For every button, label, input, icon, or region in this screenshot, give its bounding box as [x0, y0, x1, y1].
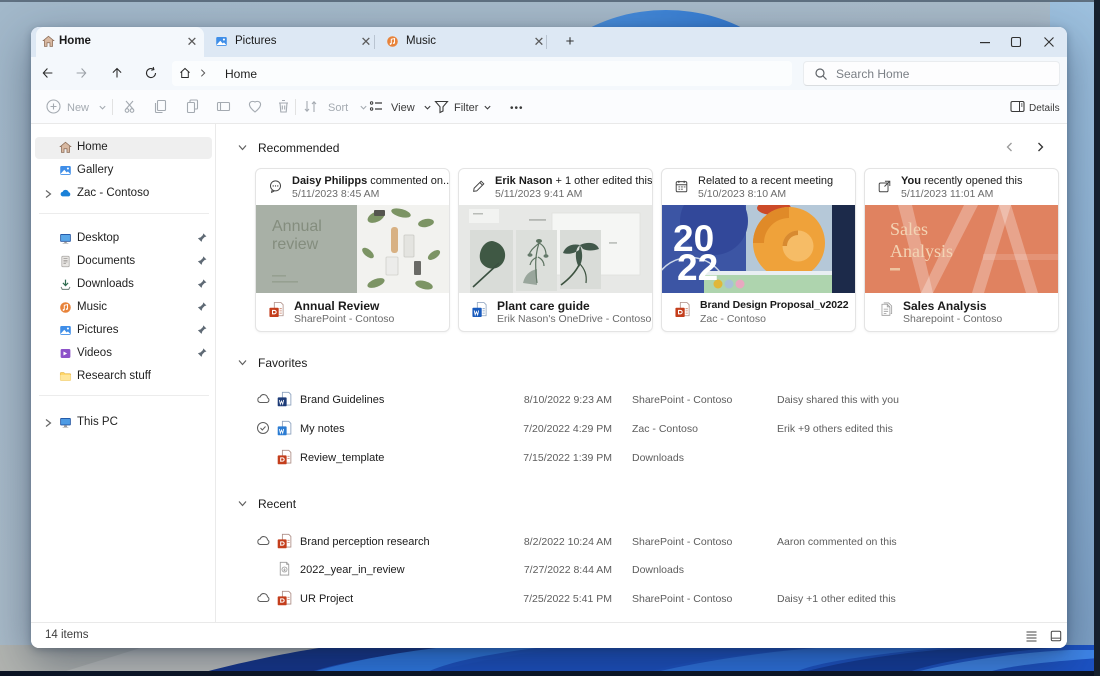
svg-text:Annual: Annual: [272, 218, 322, 235]
svg-text:Analysis: Analysis: [890, 241, 953, 261]
svg-text:Sales: Sales: [890, 219, 928, 239]
svg-text:review: review: [272, 236, 319, 253]
svg-text:22: 22: [677, 247, 718, 288]
